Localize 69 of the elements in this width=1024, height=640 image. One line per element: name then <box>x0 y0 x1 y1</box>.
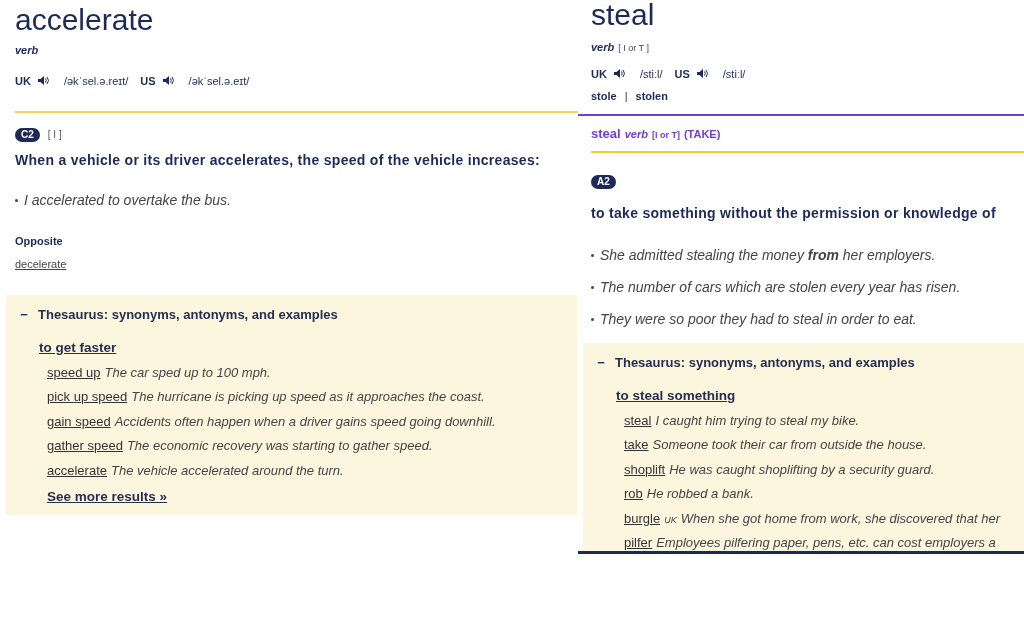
sense-pos: verb <box>624 126 648 142</box>
example-sentence: Employees pilfering paper, pens, etc. can cost employers a <box>656 534 996 551</box>
part-of-speech: verb <box>15 43 40 58</box>
synonym-link[interactable]: speed up <box>47 362 101 382</box>
thesaurus-sense-link[interactable]: to get faster <box>39 339 117 355</box>
see-more-link[interactable]: See more results » <box>47 485 569 508</box>
headword: steal <box>591 0 656 30</box>
pronunciation: /stiːl/ <box>722 66 746 82</box>
speaker-icon[interactable] <box>612 68 626 80</box>
region-label: UK <box>664 513 677 527</box>
region-label: UK <box>591 66 607 82</box>
bullet-icon <box>591 318 594 321</box>
level-badge: C2 <box>15 127 40 142</box>
pronunciation: /əkˈsel.ə.eɪt/ <box>188 73 250 89</box>
example-sentence: I accelerated to overtake the bus. <box>24 191 231 210</box>
speaker-icon[interactable] <box>36 75 50 87</box>
form-separator: | <box>624 89 628 104</box>
region-label: US <box>674 66 690 82</box>
pronunciation: /stiːl/ <box>639 66 663 82</box>
collapse-toggle[interactable]: − <box>595 353 607 373</box>
definition: to take something without the permission or knowledge of <box>590 204 997 223</box>
speaker-icon[interactable] <box>695 68 709 80</box>
thesaurus-title: Thesaurus: synonyms, antonyms, and examples <box>38 306 338 324</box>
synonym-link[interactable]: rob <box>624 484 643 504</box>
opposite-link[interactable]: decelerate <box>15 255 67 272</box>
grammar-code: [ I ] <box>47 128 62 142</box>
synonym-link[interactable]: burgle <box>624 508 661 528</box>
synonym-link[interactable]: shoplift <box>624 459 666 479</box>
grammar-code: [ I or T ] <box>618 42 649 55</box>
pronunciation: /əkˈsel.ə.reɪt/ <box>63 73 129 89</box>
synonym-link[interactable]: steal <box>624 410 652 430</box>
speaker-icon[interactable] <box>161 75 175 87</box>
synonym-link[interactable]: accelerate <box>47 460 107 480</box>
example-sentence: The hurricane is picking up speed as it approaches the coast. <box>131 388 485 406</box>
part-of-speech: verb <box>591 40 615 55</box>
opposite-label: Opposite <box>14 234 64 249</box>
example-sentence: He was caught shoplifting by a security guard. <box>669 460 935 479</box>
bullet-icon <box>15 199 18 202</box>
example-sentence: Someone took their car from outside the house. <box>652 436 927 454</box>
region-label: US <box>140 73 156 89</box>
example-sentence: When she got home from work, she discovered that her <box>680 509 1001 528</box>
thesaurus-title: Thesaurus: synonyms, antonyms, and examples <box>615 354 915 372</box>
example-sentence: She admitted stealing the money from her employers. <box>600 246 936 265</box>
example-sentence: The number of cars which are stolen every year has risen. <box>600 278 961 297</box>
thesaurus-sense-link[interactable]: to steal something <box>616 387 736 403</box>
word-form: stole <box>591 89 617 104</box>
collapse-toggle[interactable]: − <box>18 305 30 325</box>
synonym-link[interactable]: gather speed <box>47 436 123 456</box>
bullet-icon <box>591 286 594 289</box>
headword: accelerate <box>15 2 155 38</box>
example-sentence: The car sped up to 100 mph. <box>104 363 271 382</box>
synonym-link[interactable]: pilfer <box>624 533 653 551</box>
example-sentence: He robbed a bank. <box>646 485 754 503</box>
example-sentence: Accidents often happen when a driver gains speed going downhill. <box>114 412 496 431</box>
sense-word: steal <box>591 124 621 143</box>
definition: When a vehicle or its driver accelerates, the speed of the vehicle increases: <box>14 151 541 170</box>
example-sentence: The economic recovery was starting to gather speed. <box>126 437 433 455</box>
synonym-link[interactable]: pick up speed <box>47 387 128 407</box>
synonym-link[interactable]: gain speed <box>47 411 111 431</box>
bullet-icon <box>591 254 594 257</box>
sense-grammar: [I or T] <box>651 128 680 142</box>
example-sentence: They were so poor they had to steal in order to eat. <box>600 310 917 329</box>
word-form: stolen <box>635 89 668 104</box>
region-label: UK <box>15 73 31 89</box>
synonym-link[interactable]: take <box>624 435 649 455</box>
example-sentence: I caught him trying to steal my bike. <box>655 411 860 430</box>
level-badge: A2 <box>591 175 616 189</box>
example-sentence: The vehicle accelerated around the turn. <box>111 461 344 480</box>
guide-word: (TAKE) <box>683 126 721 142</box>
